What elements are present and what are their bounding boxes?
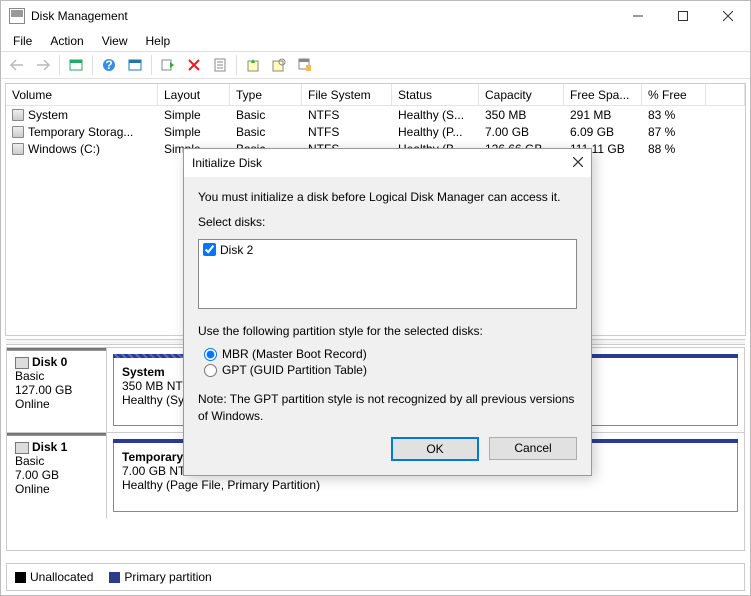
volume-icon	[12, 143, 24, 155]
col-filesystem[interactable]: File System	[302, 84, 392, 105]
ok-button[interactable]: OK	[391, 437, 479, 461]
menu-bar: File Action View Help	[1, 31, 750, 51]
col-volume[interactable]: Volume	[6, 84, 158, 105]
action1-button[interactable]	[241, 54, 265, 76]
window-title: Disk Management	[31, 9, 615, 23]
legend-unallocated-swatch	[15, 572, 26, 583]
menu-file[interactable]: File	[5, 32, 40, 50]
properties-button[interactable]	[208, 54, 232, 76]
disk-list-item[interactable]: Disk 2	[203, 242, 572, 258]
legend-unallocated: Unallocated	[30, 570, 93, 584]
volume-icon	[12, 126, 24, 138]
mbr-option[interactable]: MBR (Master Boot Record)	[204, 347, 577, 361]
action2-button[interactable]	[267, 54, 291, 76]
disk-list[interactable]: Disk 2	[198, 239, 577, 309]
dialog-title: Initialize Disk	[192, 156, 573, 170]
legend: Unallocated Primary partition	[6, 563, 745, 591]
col-type[interactable]: Type	[230, 84, 302, 105]
initialize-disk-dialog: Initialize Disk You must initialize a di…	[183, 148, 592, 476]
select-disks-label: Select disks:	[198, 214, 577, 231]
legend-primary-swatch	[109, 572, 120, 583]
table-row[interactable]: Temporary Storag... Simple Basic NTFS He…	[6, 123, 745, 140]
disk-icon	[15, 357, 29, 369]
disk2-checkbox[interactable]	[203, 243, 216, 256]
minimize-button[interactable]	[615, 2, 660, 31]
menu-view[interactable]: View	[94, 32, 136, 50]
legend-primary: Primary partition	[124, 570, 211, 584]
cancel-button[interactable]: Cancel	[489, 437, 577, 460]
disk-icon	[15, 442, 29, 454]
col-status[interactable]: Status	[392, 84, 479, 105]
partition-style-label: Use the following partition style for th…	[198, 323, 577, 340]
disk-info[interactable]: Disk 1 Basic 7.00 GB Online	[7, 433, 107, 518]
gpt-radio[interactable]	[204, 364, 217, 377]
dialog-message: You must initialize a disk before Logica…	[198, 189, 577, 206]
col-freespace[interactable]: Free Spa...	[564, 84, 642, 105]
mbr-radio[interactable]	[204, 348, 217, 361]
delete-button[interactable]	[182, 54, 206, 76]
maximize-button[interactable]	[660, 2, 705, 31]
action3-button[interactable]	[293, 54, 317, 76]
settings-button[interactable]	[123, 54, 147, 76]
toolbar: ?	[1, 51, 750, 79]
col-layout[interactable]: Layout	[158, 84, 230, 105]
menu-action[interactable]: Action	[42, 32, 91, 50]
forward-button	[31, 54, 55, 76]
view-button[interactable]	[64, 54, 88, 76]
svg-text:?: ?	[105, 58, 112, 72]
disk2-label: Disk 2	[220, 243, 253, 257]
title-bar: Disk Management	[1, 1, 750, 31]
menu-help[interactable]: Help	[138, 32, 179, 50]
refresh-button[interactable]	[156, 54, 180, 76]
gpt-option[interactable]: GPT (GUID Partition Table)	[204, 363, 577, 377]
table-row[interactable]: System Simple Basic NTFS Healthy (S... 3…	[6, 106, 745, 123]
col-pctfree[interactable]: % Free	[642, 84, 706, 105]
app-icon	[9, 8, 25, 24]
close-button[interactable]	[705, 2, 750, 31]
dialog-note: Note: The GPT partition style is not rec…	[198, 391, 577, 425]
volume-icon	[12, 109, 24, 121]
dialog-close-button[interactable]	[573, 156, 583, 170]
col-capacity[interactable]: Capacity	[479, 84, 564, 105]
back-button	[5, 54, 29, 76]
help-button[interactable]: ?	[97, 54, 121, 76]
table-header: Volume Layout Type File System Status Ca…	[6, 84, 745, 106]
disk-info[interactable]: Disk 0 Basic 127.00 GB Online	[7, 348, 107, 432]
